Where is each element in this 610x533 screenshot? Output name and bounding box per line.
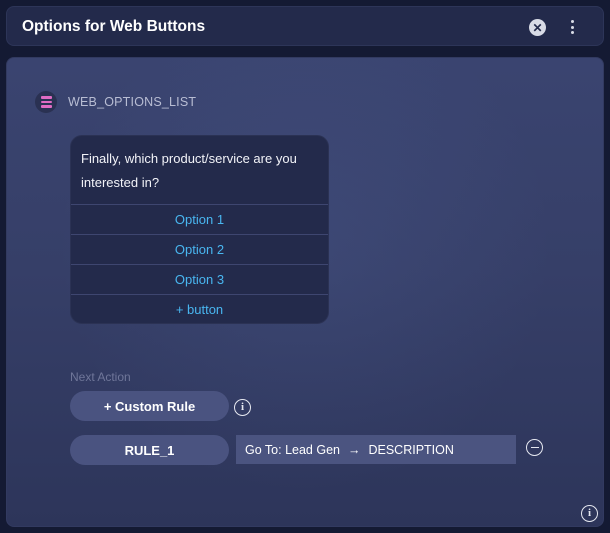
rule-destination-field[interactable]: Go To: Lead Gen → DESCRIPTION — [236, 435, 516, 464]
rule-button[interactable]: RULE_1 — [70, 435, 229, 465]
node-name: WEB_OPTIONS_LIST — [68, 95, 197, 109]
arrow-right-icon: → — [347, 442, 361, 457]
message-bubble: Finally, which product/service are you i… — [70, 135, 329, 324]
rule-prefix: Go To: Lead Gen — [245, 442, 340, 457]
close-circle-icon[interactable]: ✕ — [529, 19, 546, 36]
next-action-label: Next Action — [70, 370, 131, 384]
option-button-3[interactable]: Option 3 — [71, 264, 328, 294]
custom-rule-button[interactable]: + Custom Rule — [70, 391, 229, 421]
option-button-1[interactable]: Option 1 — [71, 204, 328, 234]
info-icon[interactable]: i — [234, 399, 251, 416]
header-bar: Options for Web Buttons ✕ — [6, 6, 604, 46]
kebab-menu-icon[interactable] — [565, 17, 579, 37]
canvas-panel: WEB_OPTIONS_LIST Finally, which product/… — [6, 57, 604, 527]
message-text: Finally, which product/service are you i… — [81, 151, 297, 190]
list-icon — [35, 91, 57, 113]
rule-target: DESCRIPTION — [368, 442, 454, 457]
page-title: Options for Web Buttons — [22, 18, 206, 35]
panel-info-icon[interactable]: i — [581, 505, 598, 522]
node-header: WEB_OPTIONS_LIST — [35, 91, 196, 113]
remove-rule-icon[interactable] — [526, 439, 543, 456]
option-button-2[interactable]: Option 2 — [71, 234, 328, 264]
add-button[interactable]: + button — [71, 294, 328, 323]
